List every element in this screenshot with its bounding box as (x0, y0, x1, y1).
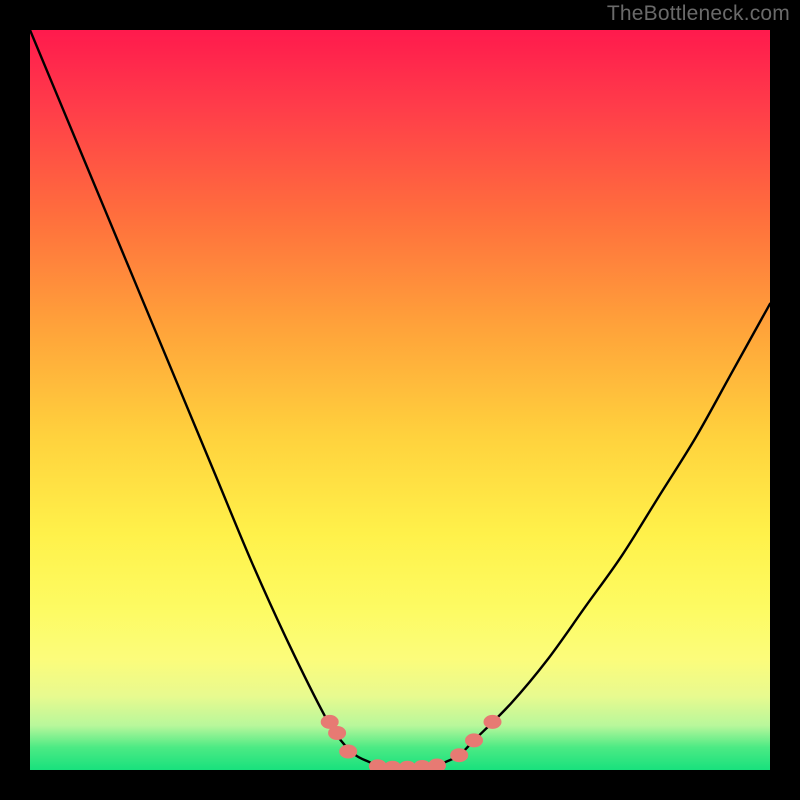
data-marker (328, 726, 346, 740)
data-marker (339, 745, 357, 759)
chart-frame: TheBottleneck.com (0, 0, 800, 800)
bottleneck-curve (30, 30, 770, 770)
data-marker (484, 715, 502, 729)
chart-svg (30, 30, 770, 770)
data-marker (428, 759, 446, 770)
data-marker (450, 748, 468, 762)
data-markers (321, 715, 502, 770)
watermark-text: TheBottleneck.com (607, 2, 790, 26)
plot-area (30, 30, 770, 770)
data-marker (465, 733, 483, 747)
